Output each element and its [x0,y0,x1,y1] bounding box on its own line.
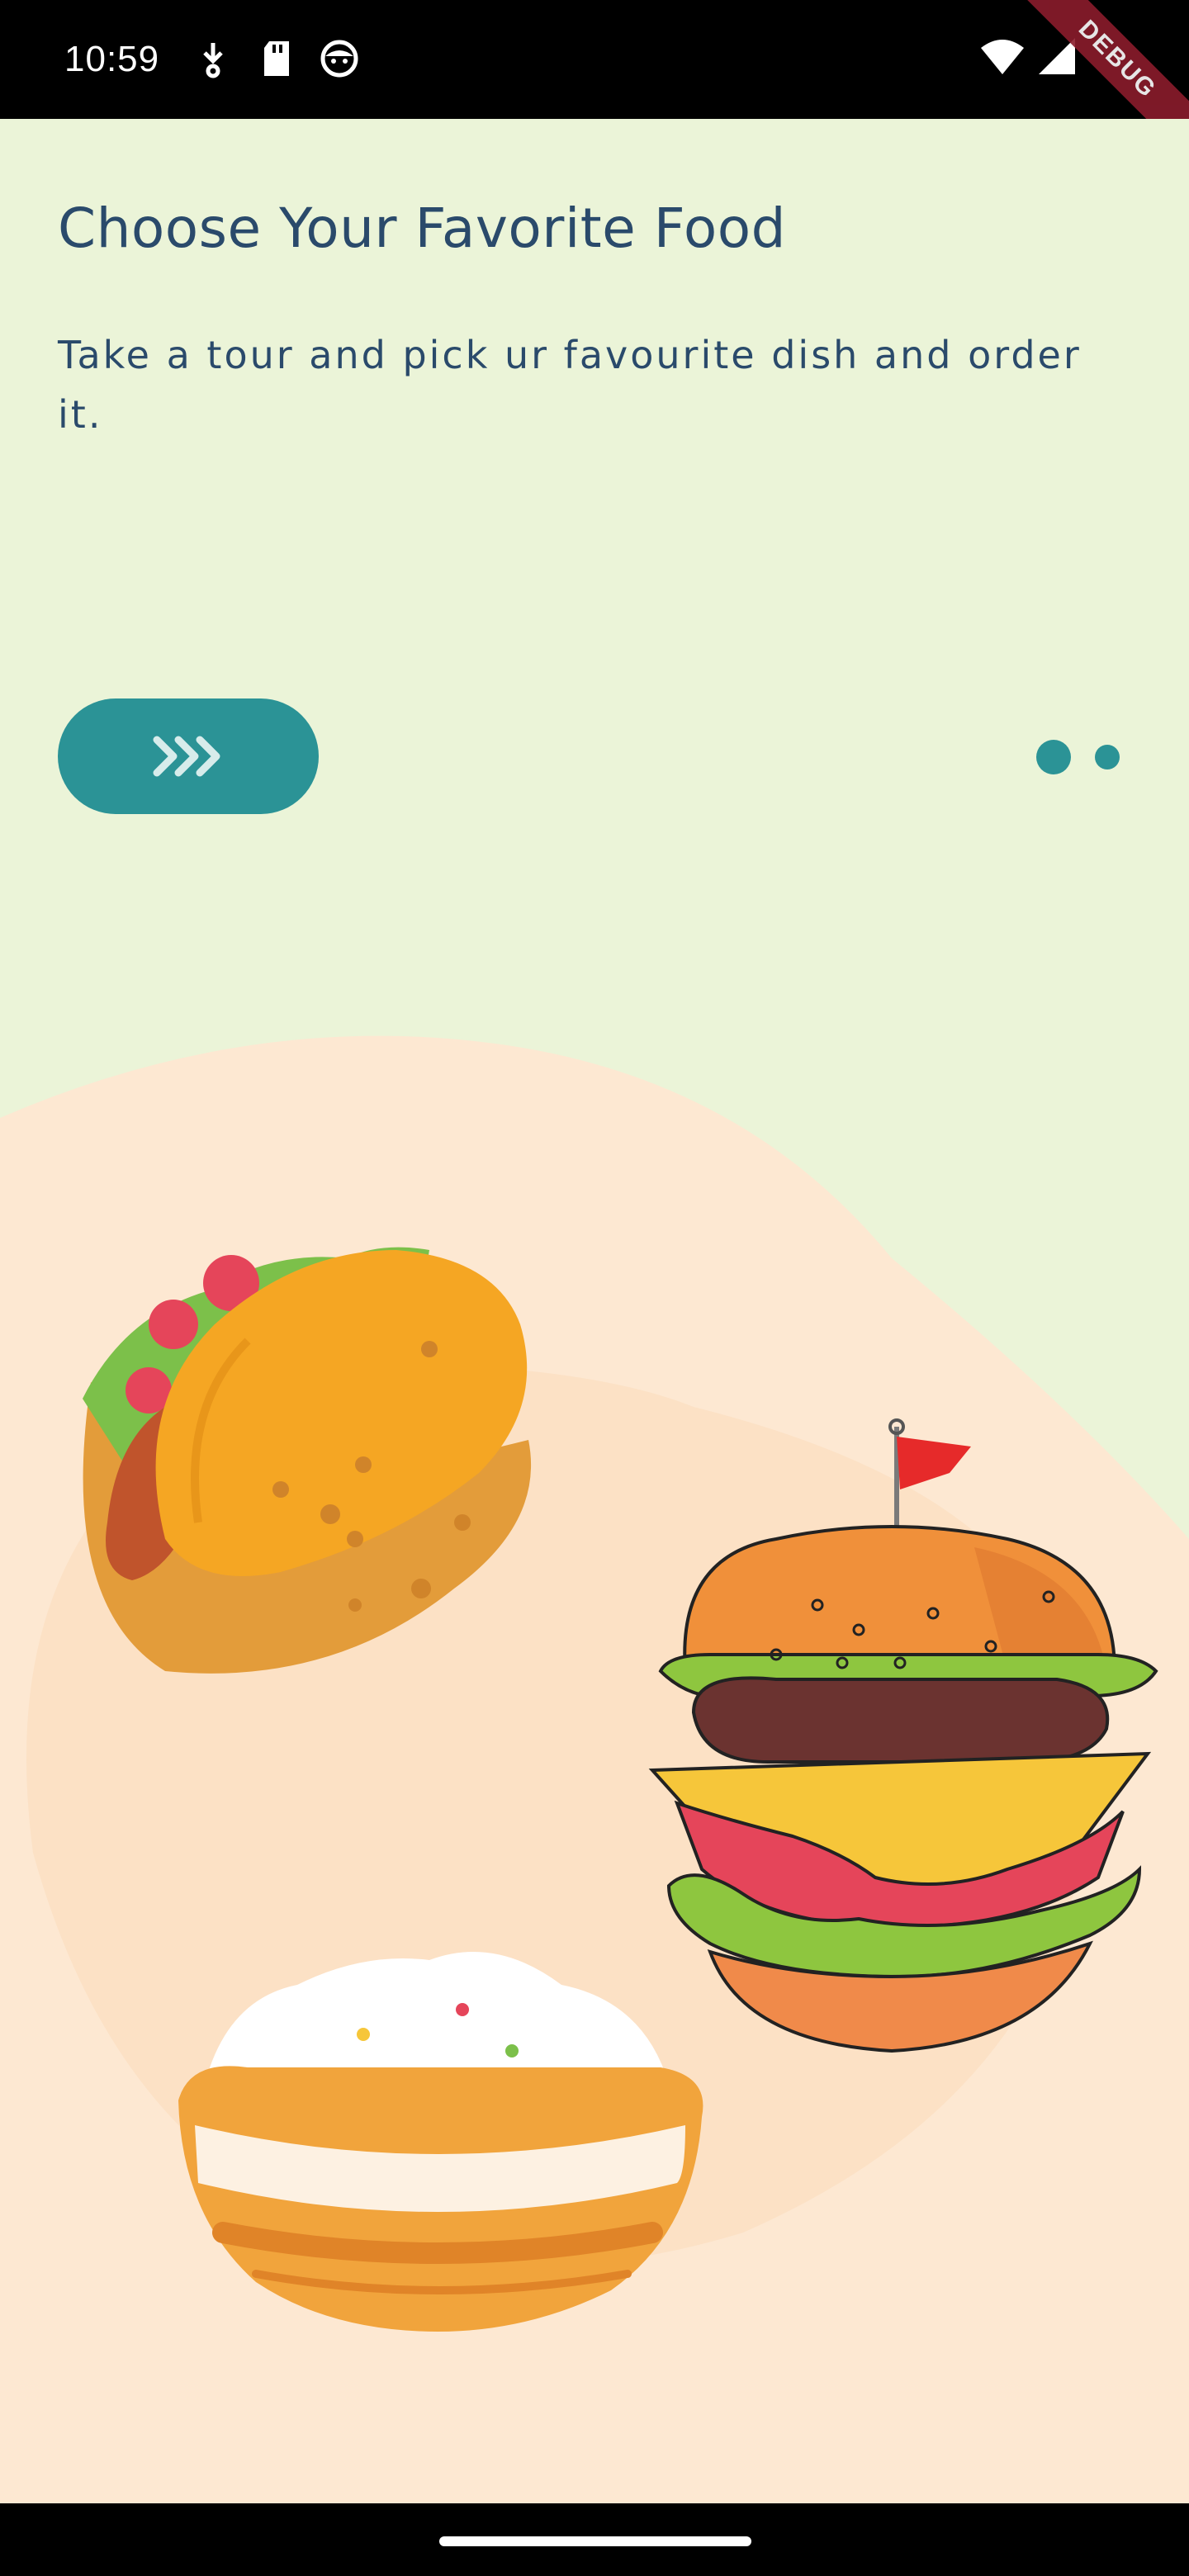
burger-image [648,1418,1158,2053]
home-indicator[interactable] [439,2536,751,2546]
sd-card-icon [261,40,292,82]
download-icon [197,40,230,83]
onboarding-screen: Choose Your Favorite Food Take a tour an… [0,119,1189,2503]
taco-image [83,1247,532,1674]
status-time: 10:59 [64,39,160,79]
status-bar: 10:59 DEBUG [0,0,1189,172]
face-icon [320,40,358,82]
food-illustration [83,1247,1158,2332]
wifi-icon [979,38,1026,80]
navigation-bar [0,2503,1189,2576]
rice-bowl-image [178,1952,703,2332]
